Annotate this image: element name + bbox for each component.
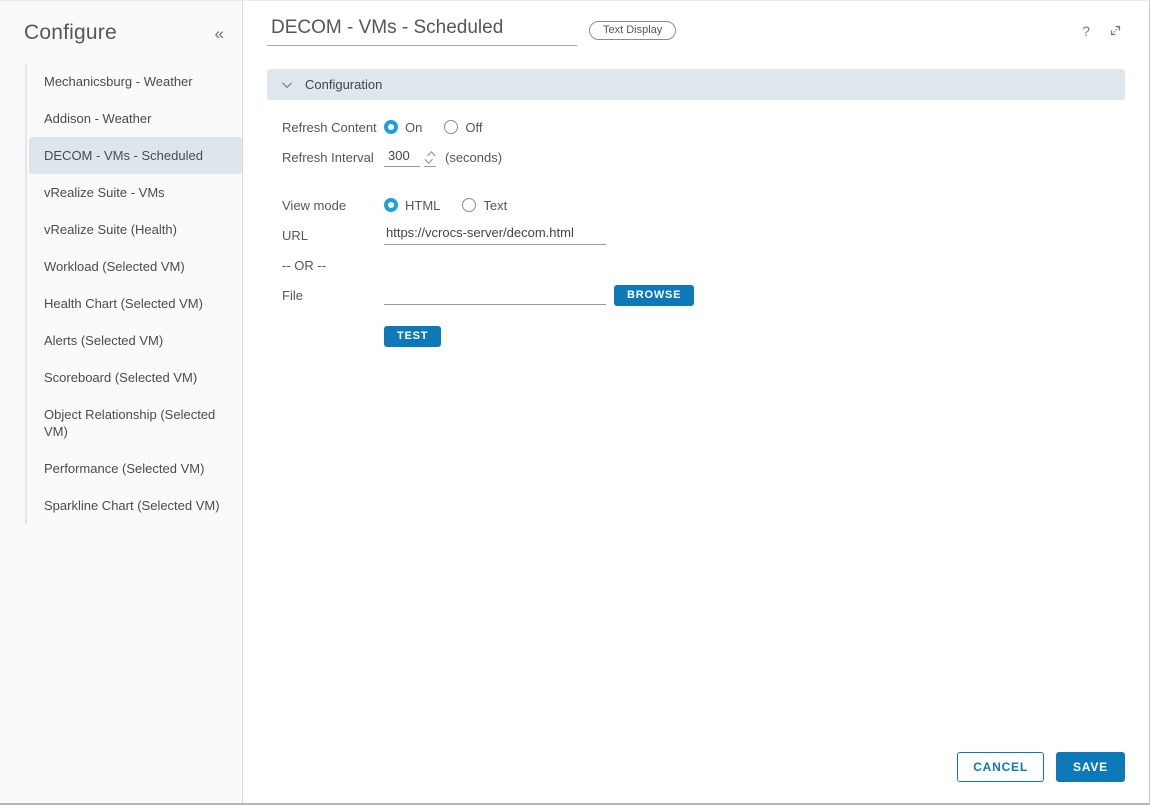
or-row: -- OR -- xyxy=(282,254,1125,276)
main-panel: Text Display ? Configuration Refresh Con… xyxy=(243,1,1149,803)
seconds-suffix: (seconds) xyxy=(445,150,502,165)
sidebar-item[interactable]: Sparkline Chart (Selected VM) xyxy=(29,487,242,524)
refresh-interval-label: Refresh Interval xyxy=(282,150,384,165)
url-input[interactable] xyxy=(384,225,606,245)
sidebar-item[interactable]: vRealize Suite - VMs xyxy=(29,174,242,211)
radio-icon xyxy=(444,120,458,134)
sidebar-title: Configure xyxy=(24,21,117,45)
sidebar-item[interactable]: vRealize Suite (Health) xyxy=(29,211,242,248)
widget-title-input[interactable] xyxy=(267,15,577,46)
radio-view-text[interactable]: Text xyxy=(462,198,507,213)
sidebar-item[interactable]: DECOM - VMs - Scheduled xyxy=(29,137,242,174)
sidebar-item[interactable]: Alerts (Selected VM) xyxy=(29,322,242,359)
sidebar-item[interactable]: Performance (Selected VM) xyxy=(29,450,242,487)
radio-refresh-off[interactable]: Off xyxy=(444,120,482,135)
save-button[interactable]: SAVE xyxy=(1056,752,1125,782)
sidebar-item[interactable]: Addison - Weather xyxy=(29,100,242,137)
file-label: File xyxy=(282,288,384,303)
radio-icon xyxy=(384,120,398,134)
collapse-sidebar-icon[interactable]: « xyxy=(215,25,224,42)
refresh-interval-row: Refresh Interval (seconds) xyxy=(282,146,1125,168)
cancel-button[interactable]: CANCEL xyxy=(957,752,1044,782)
refresh-content-row: Refresh Content On Off xyxy=(282,116,1125,138)
radio-label: On xyxy=(405,120,422,135)
view-mode-label: View mode xyxy=(282,198,384,213)
radio-refresh-on[interactable]: On xyxy=(384,120,422,135)
refresh-interval-input[interactable] xyxy=(384,148,420,167)
number-stepper[interactable] xyxy=(424,151,436,167)
title-row: Text Display ? xyxy=(267,15,1125,46)
sidebar-item[interactable]: Workload (Selected VM) xyxy=(29,248,242,285)
help-icon[interactable]: ? xyxy=(1082,23,1090,39)
file-row: File BROWSE xyxy=(282,284,1125,306)
chevron-down-icon xyxy=(282,78,292,88)
sidebar-item[interactable]: Scoreboard (Selected VM) xyxy=(29,359,242,396)
radio-label: Text xyxy=(483,198,507,213)
sidebar-list: Mechanicsburg - WeatherAddison - Weather… xyxy=(25,63,242,524)
or-text: -- OR -- xyxy=(282,258,326,273)
configuration-form: Refresh Content On Off Refresh Interval xyxy=(282,116,1125,347)
radio-label: HTML xyxy=(405,198,440,213)
sidebar-item[interactable]: Health Chart (Selected VM) xyxy=(29,285,242,322)
test-button[interactable]: TEST xyxy=(384,326,441,347)
sidebar-item[interactable]: Mechanicsburg - Weather xyxy=(29,63,242,100)
radio-label: Off xyxy=(465,120,482,135)
sidebar: Configure « Mechanicsburg - WeatherAddis… xyxy=(0,1,243,803)
widget-config-panel: Configure « Mechanicsburg - WeatherAddis… xyxy=(0,0,1150,805)
widget-type-badge: Text Display xyxy=(589,21,676,40)
radio-view-html[interactable]: HTML xyxy=(384,198,440,213)
sidebar-item[interactable]: Object Relationship (Selected VM) xyxy=(29,396,242,450)
footer-actions: CANCEL SAVE xyxy=(957,752,1125,782)
url-row: URL xyxy=(282,224,1125,246)
file-input[interactable] xyxy=(384,285,606,305)
configuration-section-label: Configuration xyxy=(305,77,382,92)
test-row: TEST xyxy=(384,326,1125,347)
expand-icon[interactable] xyxy=(1108,23,1123,38)
sidebar-header: Configure « xyxy=(0,1,242,45)
url-label: URL xyxy=(282,228,384,243)
configuration-section-header[interactable]: Configuration xyxy=(267,69,1125,100)
radio-icon xyxy=(384,198,398,212)
radio-icon xyxy=(462,198,476,212)
refresh-content-label: Refresh Content xyxy=(282,120,384,135)
refresh-interval-field xyxy=(384,148,436,167)
view-mode-row: View mode HTML Text xyxy=(282,194,1125,216)
browse-button[interactable]: BROWSE xyxy=(614,285,694,306)
